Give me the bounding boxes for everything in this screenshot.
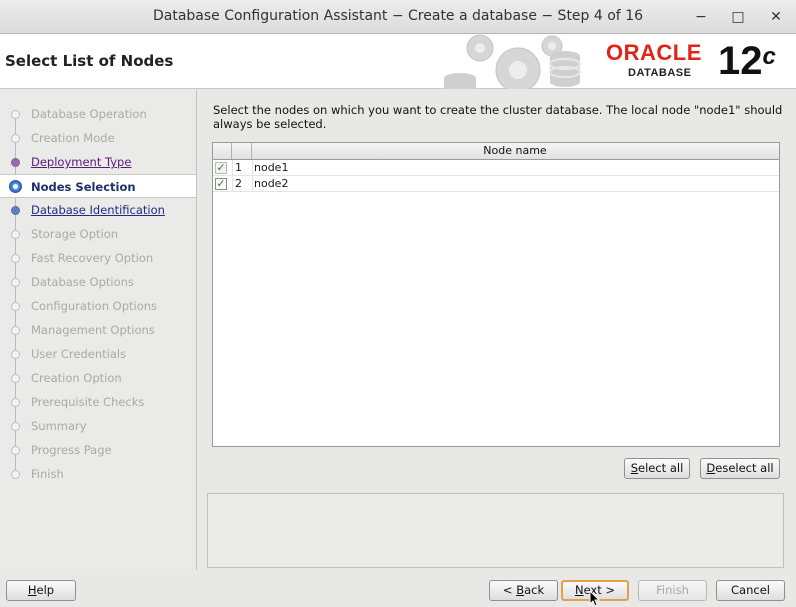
mouse-pointer-icon [589,591,601,607]
sidebar-step-deployment-type[interactable]: Deployment Type [0,150,196,174]
step-status-icon [11,398,20,407]
sidebar-step-label: Creation Mode [31,131,115,145]
sidebar-step-label: Creation Option [31,371,122,385]
table-header: Node name [213,143,779,160]
sidebar-step-label: Nodes Selection [31,180,136,194]
maximize-icon[interactable]: □ [727,6,749,28]
column-divider [252,160,253,176]
step-status-icon [11,374,20,383]
step-status-icon [11,302,20,311]
column-header-node-name[interactable]: Node name [252,144,778,157]
header-banner: Select List of Nodes ORACLE DATABASE 12c [0,34,796,89]
column-divider [232,160,233,176]
step-status-icon [11,446,20,455]
step-status-icon [11,134,20,143]
node-checkbox: ✓ [215,161,227,174]
close-icon[interactable]: ✕ [765,6,787,28]
nodes-table: Node name ✓ 1 node1 ✓ 2 node2 [212,142,780,447]
node-name-cell: node1 [254,161,289,174]
sidebar-step-progress-page: Progress Page [0,438,196,462]
step-status-icon [11,350,20,359]
sidebar-step-label: Deployment Type [31,155,132,169]
sidebar-step-database-options: Database Options [0,270,196,294]
sidebar-step-nodes-selection: Nodes Selection [0,174,196,198]
sidebar-step-creation-option: Creation Option [0,366,196,390]
sidebar-step-database-operation: Database Operation [0,102,196,126]
deselect-all-label: eselect all [715,461,774,475]
table-row[interactable]: ✓ 2 node2 [213,176,779,192]
node-name-cell: node2 [254,177,289,190]
next-mnemonic: N [574,583,584,597]
steps-sidebar: Database Operation Creation Mode Deploymen… [0,90,197,570]
sidebar-step-label: Database Operation [31,107,147,121]
sidebar-step-label: Configuration Options [31,299,158,313]
minimize-icon[interactable]: − [690,6,712,28]
select-all-label: elect all [638,461,684,475]
finish-button[interactable]: Finish [638,580,707,601]
step-status-icon [11,206,20,215]
back-mnemonic: B [516,583,525,597]
sidebar-step-label: Prerequisite Checks [31,395,145,409]
cancel-button[interactable]: Cancel [716,580,785,601]
table-row[interactable]: ✓ 1 node1 [213,160,779,176]
step-status-icon [11,278,20,287]
header-index-cell [232,143,252,159]
deselect-all-button[interactable]: Deselect all [700,458,780,479]
sidebar-step-label: Finish [31,467,64,481]
sidebar-step-user-credentials: User Credentials [0,342,196,366]
step-status-icon [11,422,20,431]
step-status-icon [11,254,20,263]
deselect-all-mnemonic: D [706,461,716,475]
version-number: 12 [718,39,763,83]
header-select-cell [213,143,232,159]
oracle-brand-sub: DATABASE [628,67,692,79]
select-all-button[interactable]: Select all [624,458,690,479]
sidebar-step-label: Summary [31,419,87,433]
sidebar-step-label: Management Options [31,323,155,337]
back-button[interactable]: < Back [489,580,558,601]
select-all-mnemonic: S [630,461,639,475]
step-status-icon [11,326,20,335]
sidebar-step-summary: Summary [0,414,196,438]
sidebar-step-label: Database Identification [31,203,165,217]
oracle-brand: ORACLE [606,40,702,65]
step-status-icon [11,110,20,119]
version-logo: 12c [718,38,776,84]
sidebar-step-finish: Finish [0,462,196,486]
sidebar-step-label: Fast Recovery Option [31,251,154,265]
column-divider [252,176,253,192]
instructions-text: Select the nodes on which you want to cr… [213,103,783,131]
sidebar-step-label: Storage Option [31,227,119,241]
message-panel [207,493,784,568]
help-button[interactable]: Help [6,580,76,601]
sidebar-step-management-options: Management Options [0,318,196,342]
sidebar-step-storage-option: Storage Option [0,222,196,246]
sidebar-step-label: Progress Page [31,443,112,457]
row-index: 1 [235,161,242,174]
step-status-icon [11,230,20,239]
version-suffix: c [762,43,776,70]
sidebar-step-fast-recovery-option: Fast Recovery Option [0,246,196,270]
sidebar-step-creation-mode: Creation Mode [0,126,196,150]
page-title: Select List of Nodes [5,52,174,70]
back-prefix: < [502,583,517,597]
step-status-icon [11,470,20,479]
help-mnemonic: H [27,583,37,597]
sidebar-step-database-identification[interactable]: Database Identification [0,198,196,222]
sidebar-step-label: Database Options [31,275,134,289]
step-status-icon [9,180,22,193]
back-label: ack [524,583,545,597]
gears-graphic-icon [444,34,581,89]
column-divider [232,176,233,192]
window-titlebar: Database Configuration Assistant − Creat… [0,0,796,34]
sidebar-step-prerequisite-checks: Prerequisite Checks [0,390,196,414]
sidebar-step-label: User Credentials [31,347,127,361]
step-status-icon [11,158,20,167]
help-label: elp [36,583,55,597]
node-checkbox[interactable]: ✓ [215,178,227,190]
oracle-logo: ORACLE DATABASE [606,40,714,84]
row-index: 2 [235,177,242,190]
window-title: Database Configuration Assistant − Creat… [152,8,644,24]
sidebar-step-configuration-options: Configuration Options [0,294,196,318]
